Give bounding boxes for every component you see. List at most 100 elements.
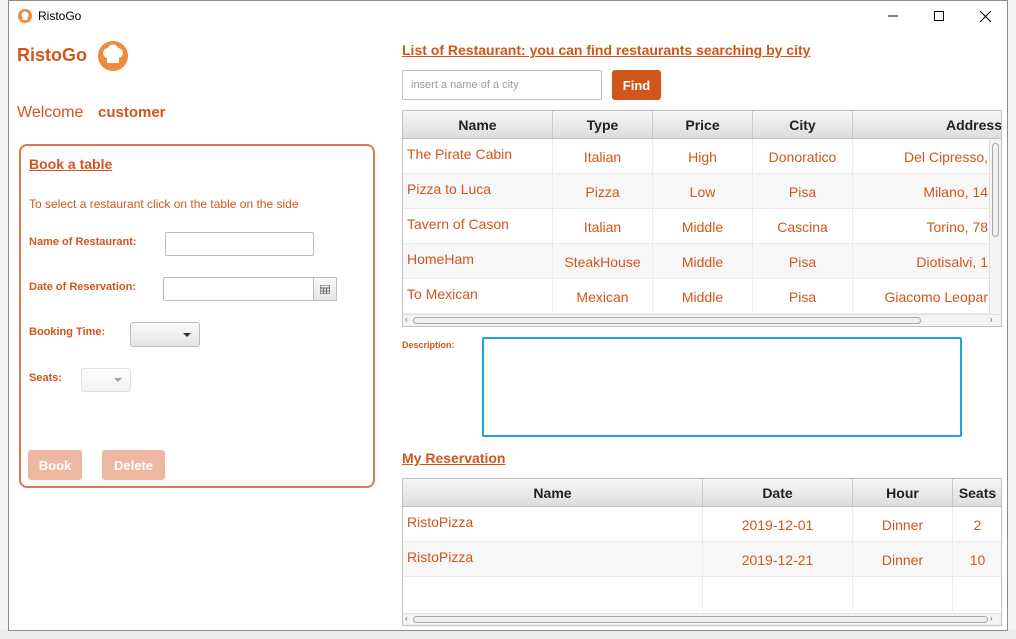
maximize-icon: [934, 11, 944, 21]
restaurant-table[interactable]: Name Type Price City Address The Pirate …: [402, 110, 1002, 327]
restaurant-list-title: List of Restaurant: you can find restaur…: [402, 42, 811, 58]
table-row[interactable]: RistoPizza 2019-12-21 Dinner 10: [403, 542, 1001, 577]
scroll-left-icon[interactable]: ‹: [405, 615, 408, 623]
column-header-seats[interactable]: Seats: [953, 479, 1001, 507]
horizontal-scroll-thumb[interactable]: [413, 317, 921, 324]
column-header-address[interactable]: Address: [853, 111, 1001, 139]
cell-date: 2019-12-21: [703, 542, 853, 577]
cell-address: Del Cipresso,: [853, 139, 991, 174]
cell-name: The Pirate Cabin: [403, 139, 553, 174]
seats-select[interactable]: [81, 368, 131, 392]
cell-address: Giacomo Leopar: [853, 279, 991, 314]
cell-hour: Dinner: [853, 542, 953, 577]
empty-cell: [703, 577, 853, 612]
cell-city: Pisa: [753, 244, 853, 279]
book-button[interactable]: Book: [28, 450, 82, 480]
cell-seats: 10: [953, 542, 1001, 577]
reservation-date-label: Date of Reservation:: [29, 281, 136, 293]
seats-label: Seats:: [29, 372, 63, 384]
empty-cell: [853, 577, 953, 612]
calendar-icon: [320, 284, 330, 294]
column-header-type[interactable]: Type: [553, 111, 653, 139]
cell-price: Middle: [653, 244, 753, 279]
reservation-table-horizontal-scrollbar[interactable]: ‹ ›: [403, 613, 1001, 625]
close-icon: [979, 10, 991, 22]
user-name: customer: [98, 104, 166, 121]
table-row[interactable]: Pizza to Luca Pizza Low Pisa Milano, 14: [403, 174, 991, 209]
booking-time-select[interactable]: [130, 322, 200, 347]
title-bar[interactable]: RistoGo: [9, 1, 1007, 31]
chevron-down-icon: [183, 332, 191, 337]
minimize-button[interactable]: [870, 1, 916, 31]
cell-price: High: [653, 139, 753, 174]
close-button[interactable]: [962, 1, 1007, 31]
column-header-hour[interactable]: Hour: [853, 479, 953, 507]
empty-cell: [403, 577, 703, 612]
cell-city: Pisa: [753, 279, 853, 314]
restaurant-name-label: Name of Restaurant:: [29, 236, 137, 248]
maximize-button[interactable]: [916, 1, 962, 31]
column-header-name[interactable]: Name: [403, 479, 703, 507]
cell-type: Italian: [553, 139, 653, 174]
description-label: Description:: [402, 340, 455, 350]
city-search-input[interactable]: insert a name of a city: [402, 70, 602, 100]
empty-row: [403, 577, 1001, 612]
reservation-table[interactable]: Name Date Hour Seats RistoPizza 2019-12-…: [402, 478, 1002, 626]
cell-name: Pizza to Luca: [403, 174, 553, 209]
table-row[interactable]: The Pirate Cabin Italian High Donoratico…: [403, 139, 991, 174]
cell-city: Pisa: [753, 174, 853, 209]
chevron-down-icon: [114, 378, 122, 382]
cell-address: Milano, 14: [853, 174, 991, 209]
chef-hat-icon: [98, 41, 128, 71]
scroll-left-icon[interactable]: ‹: [405, 316, 408, 324]
restaurant-table-horizontal-scrollbar[interactable]: ‹ ›: [403, 314, 1001, 326]
column-header-date[interactable]: Date: [703, 479, 853, 507]
logo-text: RistoGo: [17, 45, 87, 65]
my-reservation-title: My Reservation: [402, 450, 506, 466]
cell-name: HomeHam: [403, 244, 553, 279]
app-window: RistoGo RistoGo Welcome customer Book a …: [8, 0, 1008, 631]
description-textarea[interactable]: [482, 337, 962, 437]
horizontal-scroll-thumb[interactable]: [413, 616, 988, 623]
cell-price: Middle: [653, 209, 753, 244]
restaurant-name-field[interactable]: [165, 232, 314, 256]
cell-type: SteakHouse: [553, 244, 653, 279]
restaurant-table-vertical-scrollbar[interactable]: [989, 139, 1001, 315]
find-button[interactable]: Find: [612, 70, 661, 100]
book-table-hint: To select a restaurant click on the tabl…: [29, 197, 299, 211]
background-bottom: [0, 630, 1016, 639]
table-row[interactable]: To Mexican Mexican Middle Pisa Giacomo L…: [403, 279, 991, 314]
column-header-price[interactable]: Price: [653, 111, 753, 139]
cell-hour: Dinner: [853, 507, 953, 542]
app-icon: [18, 9, 32, 23]
cell-city: Cascina: [753, 209, 853, 244]
book-table-panel: Book a table To select a restaurant clic…: [19, 144, 375, 488]
table-row[interactable]: HomeHam SteakHouse Middle Pisa Diotisalv…: [403, 244, 991, 279]
cell-name: To Mexican: [403, 279, 553, 314]
table-row[interactable]: Tavern of Cason Italian Middle Cascina T…: [403, 209, 991, 244]
column-header-name[interactable]: Name: [403, 111, 553, 139]
cell-address: Diotisalvi, 1: [853, 244, 991, 279]
cell-type: Pizza: [553, 174, 653, 209]
cell-seats: 2: [953, 507, 1001, 542]
cell-name: RistoPizza: [403, 542, 703, 577]
minimize-icon: [888, 15, 898, 17]
welcome-label: Welcome: [17, 104, 84, 121]
cell-name: RistoPizza: [403, 507, 703, 542]
cell-city: Donoratico: [753, 139, 853, 174]
reservation-date-field[interactable]: [163, 277, 315, 301]
cell-type: Mexican: [553, 279, 653, 314]
column-header-city[interactable]: City: [753, 111, 853, 139]
booking-time-label: Booking Time:: [29, 326, 106, 338]
scroll-right-icon[interactable]: ›: [990, 316, 993, 324]
reservation-table-header: Name Date Hour Seats: [403, 479, 1001, 507]
book-table-title: Book a table: [29, 156, 113, 172]
cell-price: Middle: [653, 279, 753, 314]
delete-button[interactable]: Delete: [102, 450, 165, 480]
vertical-scroll-thumb[interactable]: [992, 143, 999, 237]
scroll-right-icon[interactable]: ›: [990, 615, 993, 623]
background-left: [0, 0, 8, 639]
cell-name: Tavern of Cason: [403, 209, 553, 244]
table-row[interactable]: RistoPizza 2019-12-01 Dinner 2: [403, 507, 1001, 542]
date-picker-button[interactable]: [313, 277, 337, 301]
